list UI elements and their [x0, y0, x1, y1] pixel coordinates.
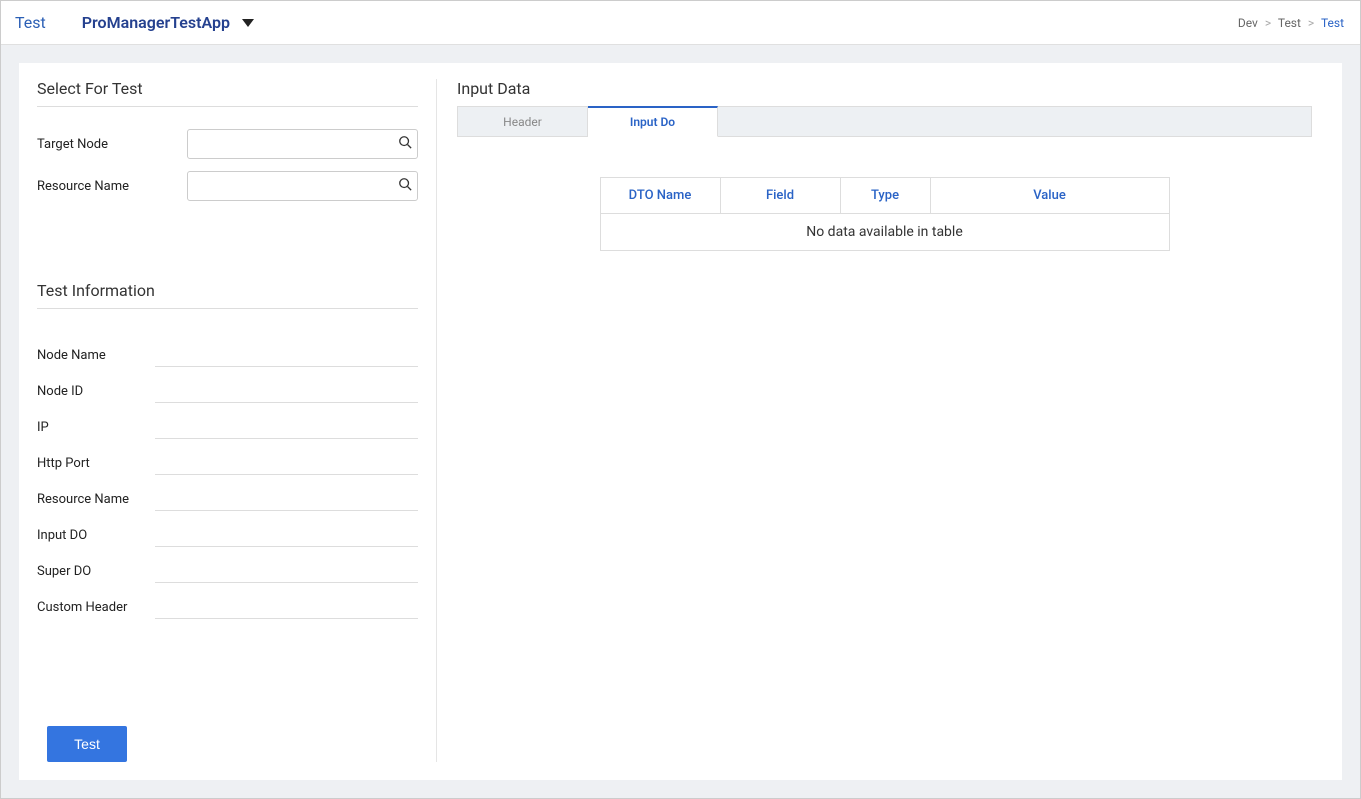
tabs: Header Input Do — [457, 107, 1312, 137]
resource-name-input[interactable] — [187, 171, 418, 201]
page-title: Test — [15, 13, 46, 32]
resource-name-field — [187, 171, 418, 201]
caret-down-icon — [242, 19, 254, 27]
main-panel: Select For Test Target Node Resource Nam… — [19, 63, 1342, 780]
target-node-row: Target Node — [37, 129, 418, 159]
breadcrumb: Dev > Test > Test — [1238, 16, 1344, 30]
breadcrumb-sep: > — [1265, 16, 1271, 30]
input-do-label: Input DO — [37, 528, 155, 547]
data-table-wrap: DTO Name Field Type Value No data availa… — [457, 177, 1312, 251]
search-icon[interactable] — [398, 135, 412, 153]
tab-input-do[interactable]: Input Do — [588, 106, 718, 137]
ip-value — [155, 419, 418, 439]
col-dto-name[interactable]: DTO Name — [600, 178, 720, 214]
table-empty-row: No data available in table — [600, 214, 1169, 251]
http-port-label: Http Port — [37, 456, 155, 475]
info-row-resource-name: Resource Name — [37, 475, 418, 511]
search-icon[interactable] — [398, 177, 412, 195]
info-row-input-do: Input DO — [37, 511, 418, 547]
input-data-table: DTO Name Field Type Value No data availa… — [600, 177, 1170, 251]
info-resource-name-label: Resource Name — [37, 492, 155, 511]
content-area: Select For Test Target Node Resource Nam… — [1, 45, 1360, 798]
tab-header[interactable]: Header — [458, 107, 588, 136]
ip-label: IP — [37, 420, 155, 439]
info-row-ip: IP — [37, 403, 418, 439]
super-do-value — [155, 563, 418, 583]
select-for-test-title: Select For Test — [37, 79, 418, 107]
test-information-title: Test Information — [37, 281, 418, 309]
col-field[interactable]: Field — [720, 178, 840, 214]
left-column: Select For Test Target Node Resource Nam… — [37, 79, 437, 762]
node-name-label: Node Name — [37, 348, 155, 367]
node-name-value — [155, 347, 418, 367]
col-type[interactable]: Type — [840, 178, 930, 214]
target-node-label: Target Node — [37, 137, 187, 152]
breadcrumb-level1[interactable]: Dev — [1238, 16, 1258, 30]
target-node-field — [187, 129, 418, 159]
test-button[interactable]: Test — [47, 726, 127, 762]
resource-name-label: Resource Name — [37, 179, 187, 194]
right-column: Input Data Header Input Do DTO Name Fiel… — [437, 79, 1312, 762]
input-data-title: Input Data — [457, 79, 1312, 107]
col-value[interactable]: Value — [930, 178, 1169, 214]
info-row-custom-header: Custom Header — [37, 583, 418, 619]
app-selector[interactable]: ProManagerTestApp — [82, 13, 254, 32]
super-do-label: Super DO — [37, 564, 155, 583]
custom-header-label: Custom Header — [37, 600, 155, 619]
breadcrumb-current: Test — [1321, 16, 1344, 30]
http-port-value — [155, 455, 418, 475]
topbar: Test ProManagerTestApp Dev > Test > Test — [1, 1, 1360, 45]
table-empty-message: No data available in table — [600, 214, 1169, 251]
node-id-label: Node ID — [37, 384, 155, 403]
app-name: ProManagerTestApp — [82, 13, 230, 32]
info-row-http-port: Http Port — [37, 439, 418, 475]
input-do-value — [155, 527, 418, 547]
custom-header-value — [155, 599, 418, 619]
info-resource-name-value — [155, 491, 418, 511]
info-row-node-id: Node ID — [37, 367, 418, 403]
breadcrumb-sep: > — [1308, 16, 1314, 30]
target-node-input[interactable] — [187, 129, 418, 159]
node-id-value — [155, 383, 418, 403]
info-row-super-do: Super DO — [37, 547, 418, 583]
app-window: Test ProManagerTestApp Dev > Test > Test… — [0, 0, 1361, 799]
breadcrumb-level2[interactable]: Test — [1278, 16, 1301, 30]
info-row-node-name: Node Name — [37, 331, 418, 367]
resource-name-row: Resource Name — [37, 171, 418, 201]
